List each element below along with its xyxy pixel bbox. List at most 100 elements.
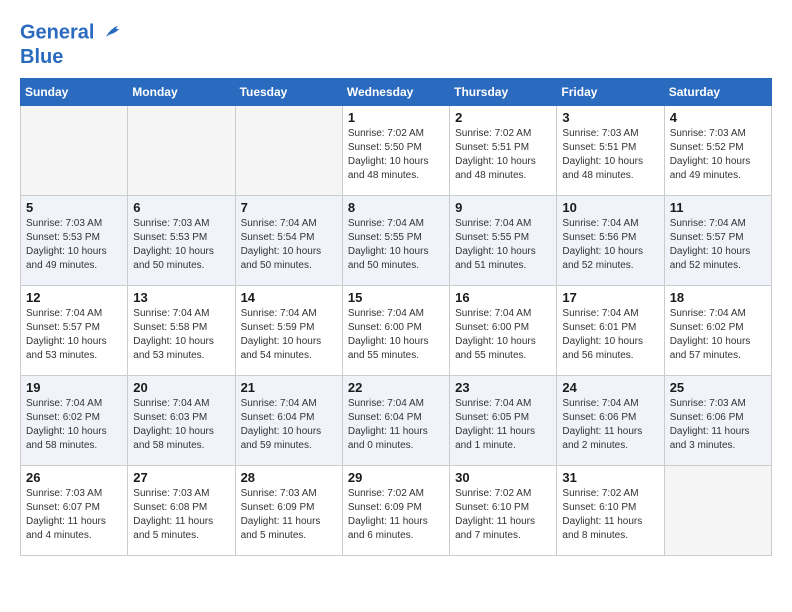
day-cell: 17Sunrise: 7:04 AM Sunset: 6:01 PM Dayli… [557, 286, 664, 376]
day-info: Sunrise: 7:04 AM Sunset: 5:59 PM Dayligh… [241, 307, 337, 363]
day-info: Sunrise: 7:04 AM Sunset: 6:03 PM Dayligh… [133, 397, 229, 453]
day-info: Sunrise: 7:03 AM Sunset: 5:53 PM Dayligh… [26, 217, 122, 273]
day-number: 3 [562, 110, 658, 125]
day-number: 7 [241, 200, 337, 215]
day-number: 9 [455, 200, 551, 215]
day-info: Sunrise: 7:04 AM Sunset: 6:06 PM Dayligh… [562, 397, 658, 453]
day-info: Sunrise: 7:03 AM Sunset: 5:52 PM Dayligh… [670, 127, 766, 183]
day-info: Sunrise: 7:04 AM Sunset: 6:00 PM Dayligh… [348, 307, 444, 363]
day-info: Sunrise: 7:04 AM Sunset: 5:58 PM Dayligh… [133, 307, 229, 363]
weekday-header-tuesday: Tuesday [235, 79, 342, 106]
logo: General Blue [20, 20, 126, 68]
day-cell: 14 Sunrise: 7:04 AM Sunset: 5:59 PM Dayli… [235, 286, 342, 376]
weekday-header-thursday: Thursday [450, 79, 557, 106]
day-number: 8 [348, 200, 444, 215]
day-info: Sunrise: 7:03 AM Sunset: 5:51 PM Dayligh… [562, 127, 658, 183]
day-info: Sunrise: 7:02 AM Sunset: 5:50 PM Dayligh… [348, 127, 444, 183]
weekday-header-saturday: Saturday [664, 79, 771, 106]
day-info: Sunrise: 7:04 AM Sunset: 6:04 PM Dayligh… [348, 397, 444, 453]
day-number: 23 [455, 380, 551, 395]
day-cell: 16 Sunrise: 7:04 AM Sunset: 6:00 PM Dayli… [450, 286, 557, 376]
day-info: Sunrise: 7:04 AM Sunset: 5:57 PM Dayligh… [26, 307, 122, 363]
logo-bird-icon [102, 20, 126, 44]
day-info: Sunrise: 7:04 AM Sunset: 5:56 PM Dayligh… [562, 217, 658, 273]
day-number: 13 [133, 290, 229, 305]
day-info: Sunrise: 7:04 AM Sunset: 5:57 PM Dayligh… [670, 217, 766, 273]
day-number: 20 [133, 380, 229, 395]
day-info: Sunrise: 7:04 AM Sunset: 5:55 PM Dayligh… [455, 217, 551, 273]
day-cell: 30Sunrise: 7:02 AM Sunset: 6:10 PM Dayli… [450, 466, 557, 556]
day-cell [128, 106, 235, 196]
day-number: 10 [562, 200, 658, 215]
day-number: 31 [562, 470, 658, 485]
day-cell: 12Sunrise: 7:04 AM Sunset: 5:57 PM Dayli… [21, 286, 128, 376]
day-cell: 2Sunrise: 7:02 AM Sunset: 5:51 PM Daylig… [450, 106, 557, 196]
week-row-5: 26 Sunrise: 7:03 AM Sunset: 6:07 PM Dayli… [21, 466, 772, 556]
day-cell: 6 Sunrise: 7:03 AM Sunset: 5:53 PM Daylig… [128, 196, 235, 286]
day-number: 6 [133, 200, 229, 215]
day-info: Sunrise: 7:02 AM Sunset: 6:10 PM Dayligh… [455, 487, 551, 543]
day-info: Sunrise: 7:03 AM Sunset: 6:07 PM Dayligh… [26, 487, 122, 543]
day-cell: 23 Sunrise: 7:04 AM Sunset: 6:05 PM Dayli… [450, 376, 557, 466]
day-number: 27 [133, 470, 229, 485]
page-header: General Blue [20, 20, 772, 68]
day-info: Sunrise: 7:03 AM Sunset: 6:09 PM Dayligh… [241, 487, 337, 543]
week-row-3: 12Sunrise: 7:04 AM Sunset: 5:57 PM Dayli… [21, 286, 772, 376]
day-cell: 8 Sunrise: 7:04 AM Sunset: 5:55 PM Daylig… [342, 196, 449, 286]
day-number: 18 [670, 290, 766, 305]
weekday-header-friday: Friday [557, 79, 664, 106]
day-cell: 4Sunrise: 7:03 AM Sunset: 5:52 PM Daylig… [664, 106, 771, 196]
day-cell [235, 106, 342, 196]
day-cell: 21Sunrise: 7:04 AM Sunset: 6:04 PM Dayli… [235, 376, 342, 466]
day-cell: 28 Sunrise: 7:03 AM Sunset: 6:09 PM Dayli… [235, 466, 342, 556]
day-number: 16 [455, 290, 551, 305]
day-cell: 29Sunrise: 7:02 AM Sunset: 6:09 PM Dayli… [342, 466, 449, 556]
day-info: Sunrise: 7:04 AM Sunset: 5:54 PM Dayligh… [241, 217, 337, 273]
day-cell [664, 466, 771, 556]
day-cell: 20 Sunrise: 7:04 AM Sunset: 6:03 PM Dayli… [128, 376, 235, 466]
day-cell: 18 Sunrise: 7:04 AM Sunset: 6:02 PM Dayli… [664, 286, 771, 376]
day-cell: 24 Sunrise: 7:04 AM Sunset: 6:06 PM Dayli… [557, 376, 664, 466]
day-number: 17 [562, 290, 658, 305]
week-row-2: 5 Sunrise: 7:03 AM Sunset: 5:53 PM Daylig… [21, 196, 772, 286]
day-number: 14 [241, 290, 337, 305]
day-number: 11 [670, 200, 766, 215]
day-cell: 1 Sunrise: 7:02 AM Sunset: 5:50 PM Daylig… [342, 106, 449, 196]
calendar-table: SundayMondayTuesdayWednesdayThursdayFrid… [20, 78, 772, 556]
day-info: Sunrise: 7:04 AM Sunset: 6:00 PM Dayligh… [455, 307, 551, 363]
day-cell: 31 Sunrise: 7:02 AM Sunset: 6:10 PM Dayli… [557, 466, 664, 556]
day-cell: 27 Sunrise: 7:03 AM Sunset: 6:08 PM Dayli… [128, 466, 235, 556]
day-number: 15 [348, 290, 444, 305]
day-number: 28 [241, 470, 337, 485]
logo-general: General [20, 21, 94, 43]
day-cell: 3 Sunrise: 7:03 AM Sunset: 5:51 PM Daylig… [557, 106, 664, 196]
day-number: 5 [26, 200, 122, 215]
weekday-header-sunday: Sunday [21, 79, 128, 106]
day-cell [21, 106, 128, 196]
day-cell: 11 Sunrise: 7:04 AM Sunset: 5:57 PM Dayli… [664, 196, 771, 286]
day-info: Sunrise: 7:03 AM Sunset: 5:53 PM Dayligh… [133, 217, 229, 273]
day-cell: 25Sunrise: 7:03 AM Sunset: 6:06 PM Dayli… [664, 376, 771, 466]
day-number: 26 [26, 470, 122, 485]
day-number: 25 [670, 380, 766, 395]
day-info: Sunrise: 7:04 AM Sunset: 6:02 PM Dayligh… [26, 397, 122, 453]
day-cell: 22 Sunrise: 7:04 AM Sunset: 6:04 PM Dayli… [342, 376, 449, 466]
weekday-header-monday: Monday [128, 79, 235, 106]
day-number: 22 [348, 380, 444, 395]
day-cell: 26 Sunrise: 7:03 AM Sunset: 6:07 PM Dayli… [21, 466, 128, 556]
day-info: Sunrise: 7:04 AM Sunset: 6:05 PM Dayligh… [455, 397, 551, 453]
day-info: Sunrise: 7:03 AM Sunset: 6:08 PM Dayligh… [133, 487, 229, 543]
day-number: 1 [348, 110, 444, 125]
day-info: Sunrise: 7:02 AM Sunset: 6:09 PM Dayligh… [348, 487, 444, 543]
day-info: Sunrise: 7:04 AM Sunset: 5:55 PM Dayligh… [348, 217, 444, 273]
day-info: Sunrise: 7:02 AM Sunset: 6:10 PM Dayligh… [562, 487, 658, 543]
day-number: 2 [455, 110, 551, 125]
day-cell: 15 Sunrise: 7:04 AM Sunset: 6:00 PM Dayli… [342, 286, 449, 376]
day-cell: 9 Sunrise: 7:04 AM Sunset: 5:55 PM Daylig… [450, 196, 557, 286]
day-number: 21 [241, 380, 337, 395]
day-info: Sunrise: 7:04 AM Sunset: 6:02 PM Dayligh… [670, 307, 766, 363]
day-number: 19 [26, 380, 122, 395]
week-row-1: 1 Sunrise: 7:02 AM Sunset: 5:50 PM Daylig… [21, 106, 772, 196]
day-number: 24 [562, 380, 658, 395]
day-cell: 10 Sunrise: 7:04 AM Sunset: 5:56 PM Dayli… [557, 196, 664, 286]
